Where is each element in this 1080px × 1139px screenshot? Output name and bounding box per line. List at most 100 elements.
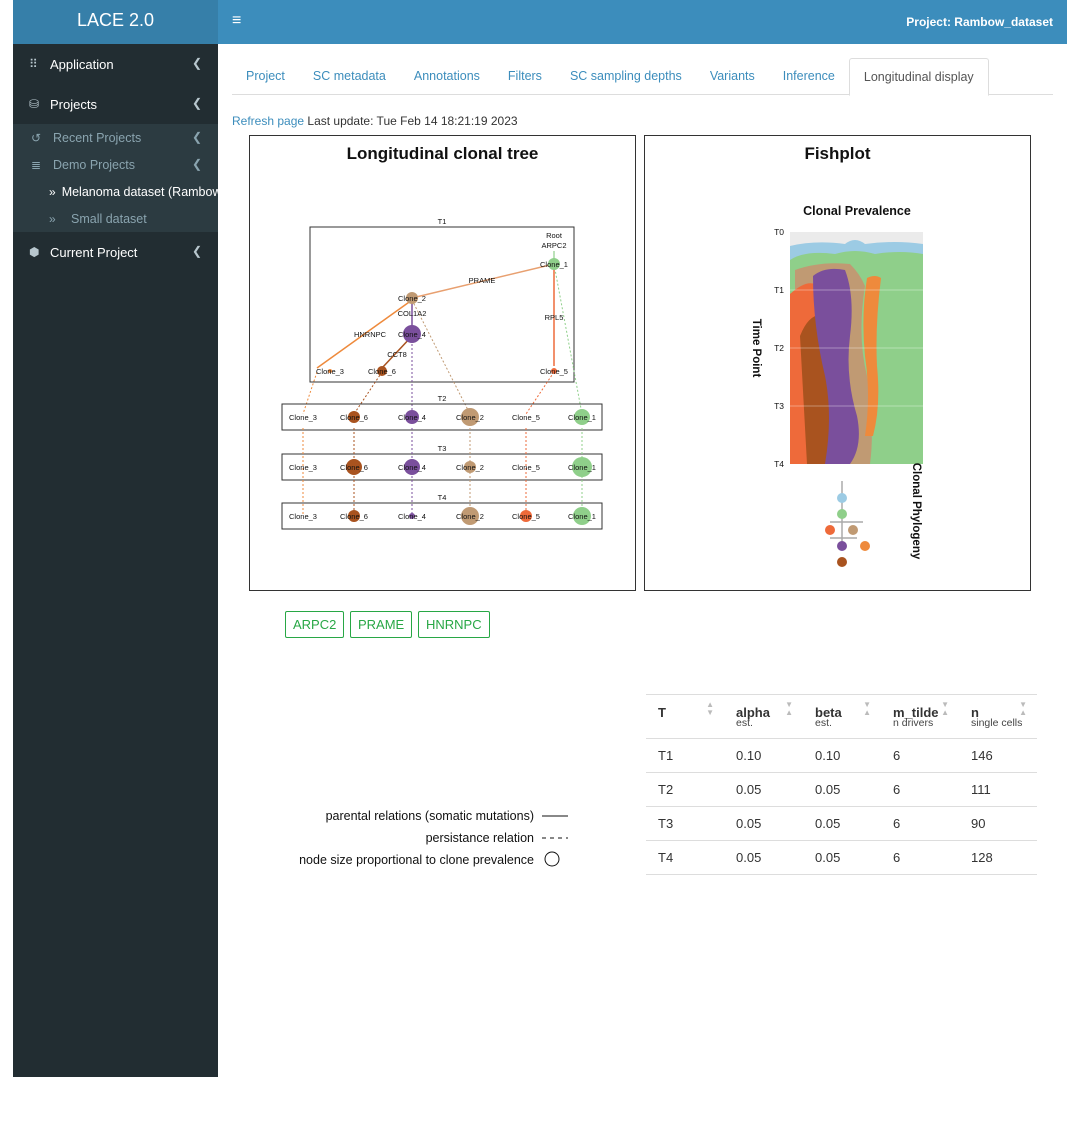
table-row: T1 0.10 0.10 6 146 xyxy=(646,738,1037,773)
clonal-prevalence-title: Clonal Prevalence xyxy=(803,204,911,218)
sort-icon: ▼ ▲ xyxy=(863,700,871,717)
column-header-t[interactable]: T ▲ ▼ xyxy=(646,694,724,739)
edge-label-arpc2: ARPC2 xyxy=(541,241,566,250)
sidebar-item-demo-projects[interactable]: ≣ Demo Projects ❮ xyxy=(13,151,218,178)
row-label: Clone_2 xyxy=(456,413,484,422)
table-cell: 146 xyxy=(959,738,1037,773)
phylo-node-clone3 xyxy=(860,541,870,551)
legend-parental: parental relations (somatic mutations) xyxy=(326,807,578,825)
sidebar-item-current-project[interactable]: ⬢ Current Project ❮ xyxy=(13,232,218,272)
database-icon: ≣ xyxy=(31,157,42,172)
table-cell: 0.05 xyxy=(803,772,881,807)
edge-label-rpl5: RPL5 xyxy=(545,313,564,322)
row-label: Clone_4 xyxy=(398,413,426,422)
tab-variants[interactable]: Variants xyxy=(696,58,769,95)
table-cell: T3 xyxy=(646,806,724,841)
dashed-line-icon xyxy=(542,831,578,845)
t2-box xyxy=(281,403,603,431)
sidebar-item-small-dataset[interactable]: » Small dataset xyxy=(13,205,218,232)
last-update-text: Last update: Tue Feb 14 18:21:19 2023 xyxy=(307,114,518,128)
gene-button-arpc2[interactable]: ARPC2 xyxy=(285,611,345,638)
tab-sc-sampling-depths[interactable]: SC sampling depths xyxy=(556,58,696,95)
clonal-tree-svg: T1 Root ARPC2 PRAME RPL5 COL1A2 HNRNPC C… xyxy=(281,217,603,530)
table-cell: T2 xyxy=(646,772,724,807)
root-label: Root xyxy=(546,231,563,240)
gene-button-prame[interactable]: PRAME xyxy=(350,611,413,638)
edge-label-col1a2: COL1A2 xyxy=(398,309,427,318)
table-row: T2 0.05 0.05 6 111 xyxy=(646,772,1037,807)
table-cell: 6 xyxy=(881,772,959,807)
time-point-label: T2 xyxy=(774,343,784,353)
tab-sc-metadata[interactable]: SC metadata xyxy=(299,58,400,95)
sort-icon: ▲ ▼ xyxy=(706,700,714,717)
column-header-label: T xyxy=(658,705,666,720)
sidebar-item-label: Demo Projects xyxy=(53,157,135,172)
sidebar-item-melanoma-dataset[interactable]: » Melanoma dataset (Rambow xyxy=(13,178,218,205)
gene-button-hnrnpc[interactable]: HNRNPC xyxy=(418,611,490,638)
tab-project[interactable]: Project xyxy=(232,58,299,95)
phylo-node-clone5 xyxy=(825,525,835,535)
sidebar-item-label: Application xyxy=(50,56,114,72)
sidebar-item-label: Recent Projects xyxy=(53,130,142,145)
table-cell: 0.10 xyxy=(724,738,803,773)
grid-icon: ⠿ xyxy=(29,57,38,71)
row-label: Clone_1 xyxy=(568,512,596,521)
table-cell: T1 xyxy=(646,738,724,773)
tab-longitudinal-display[interactable]: Longitudinal display xyxy=(848,58,989,96)
row-label: Clone_5 xyxy=(512,512,540,521)
edge-label-prame: PRAME xyxy=(469,276,496,285)
sidebar-item-label: Melanoma dataset (Rambow xyxy=(61,184,218,199)
app-logo[interactable]: LACE 2.0 xyxy=(13,0,218,44)
t4-box xyxy=(281,502,603,530)
table-cell: 0.05 xyxy=(803,840,881,875)
column-header-m-tilde[interactable]: m_tilde n drivers ▼ ▲ xyxy=(881,694,959,739)
legend-persistence-text: persistance relation xyxy=(425,831,534,845)
cube-icon: ⬢ xyxy=(29,245,40,259)
time-point-label: T4 xyxy=(774,459,784,469)
tab-filters[interactable]: Filters xyxy=(494,58,556,95)
sort-icon: ▼ ▲ xyxy=(941,700,949,717)
table-cell: 6 xyxy=(881,738,959,773)
row-label: Clone_5 xyxy=(512,413,540,422)
phylo-node-clone2 xyxy=(848,525,858,535)
clonal-tree-panel: Longitudinal clonal tree T1 Root ARPC2 P… xyxy=(249,135,636,591)
table-cell: T4 xyxy=(646,840,724,875)
legend-parental-text: parental relations (somatic mutations) xyxy=(325,809,534,823)
column-header-sub: n drivers xyxy=(893,717,934,729)
table-cell: 6 xyxy=(881,840,959,875)
tab-annotations[interactable]: Annotations xyxy=(400,58,494,95)
fishplot-panel: Fishplot Clonal Prevalence T0 T1 T2 T3 T… xyxy=(644,135,1031,591)
column-header-beta[interactable]: beta est. ▼ ▲ xyxy=(803,694,881,739)
time-point-label: T1 xyxy=(774,285,784,295)
sidebar-item-application[interactable]: ⠿ Application ❮ xyxy=(13,44,218,84)
tab-inference[interactable]: Inference xyxy=(769,58,849,95)
persist-clone1-t1 xyxy=(553,263,583,415)
table-cell: 90 xyxy=(959,806,1037,841)
sidebar-item-recent-projects[interactable]: ↺ Recent Projects ❮ xyxy=(13,124,218,151)
chevron-left-icon: ❮ xyxy=(191,157,202,171)
project-title: Project: Rambow_dataset xyxy=(906,15,1053,29)
clonal-phylogeny-label: Clonal Phylogeny xyxy=(910,463,922,560)
row-label: Clone_1 xyxy=(568,413,596,422)
column-header-n[interactable]: n single cells ▼ ▲ xyxy=(959,694,1037,739)
hamburger-icon[interactable]: ≡ xyxy=(232,12,241,30)
sidebar-item-projects[interactable]: ⛁ Projects ❮ xyxy=(13,84,218,124)
column-header-alpha[interactable]: alpha est. ▼ ▲ xyxy=(724,694,803,739)
double-chevron-right-icon: » xyxy=(49,184,56,199)
tab-bar: Project SC metadata Annotations Filters … xyxy=(232,58,1053,96)
inference-params-table: T ▲ ▼ alpha est. ▼ ▲ beta est. ▼ ▲ m_tilde n driv… xyxy=(646,694,1037,875)
table-row: T4 0.05 0.05 6 128 xyxy=(646,840,1037,875)
row-label: Clone_3 xyxy=(289,512,317,521)
edge-label-hnrnpc: HNRNPC xyxy=(354,330,387,339)
sort-icon: ▼ ▲ xyxy=(785,700,793,717)
legend-node-size-text: node size proportional to clone prevalen… xyxy=(299,853,534,867)
legend-node-size: node size proportional to clone prevalen… xyxy=(299,851,578,869)
fishplot-svg: Clonal Prevalence T0 T1 T2 T3 T4 Time Po… xyxy=(750,204,923,567)
time-label-t2: T2 xyxy=(438,394,447,403)
time-label-t1: T1 xyxy=(438,217,447,226)
refresh-page-link[interactable]: Refresh page xyxy=(232,114,304,128)
phylo-node-clone1 xyxy=(837,509,847,519)
table-cell: 0.10 xyxy=(803,738,881,773)
sidebar: LACE 2.0 ⠿ Application ❮ ⛁ Projects ❮ ↺ … xyxy=(13,0,218,1077)
circle-icon xyxy=(542,850,578,871)
